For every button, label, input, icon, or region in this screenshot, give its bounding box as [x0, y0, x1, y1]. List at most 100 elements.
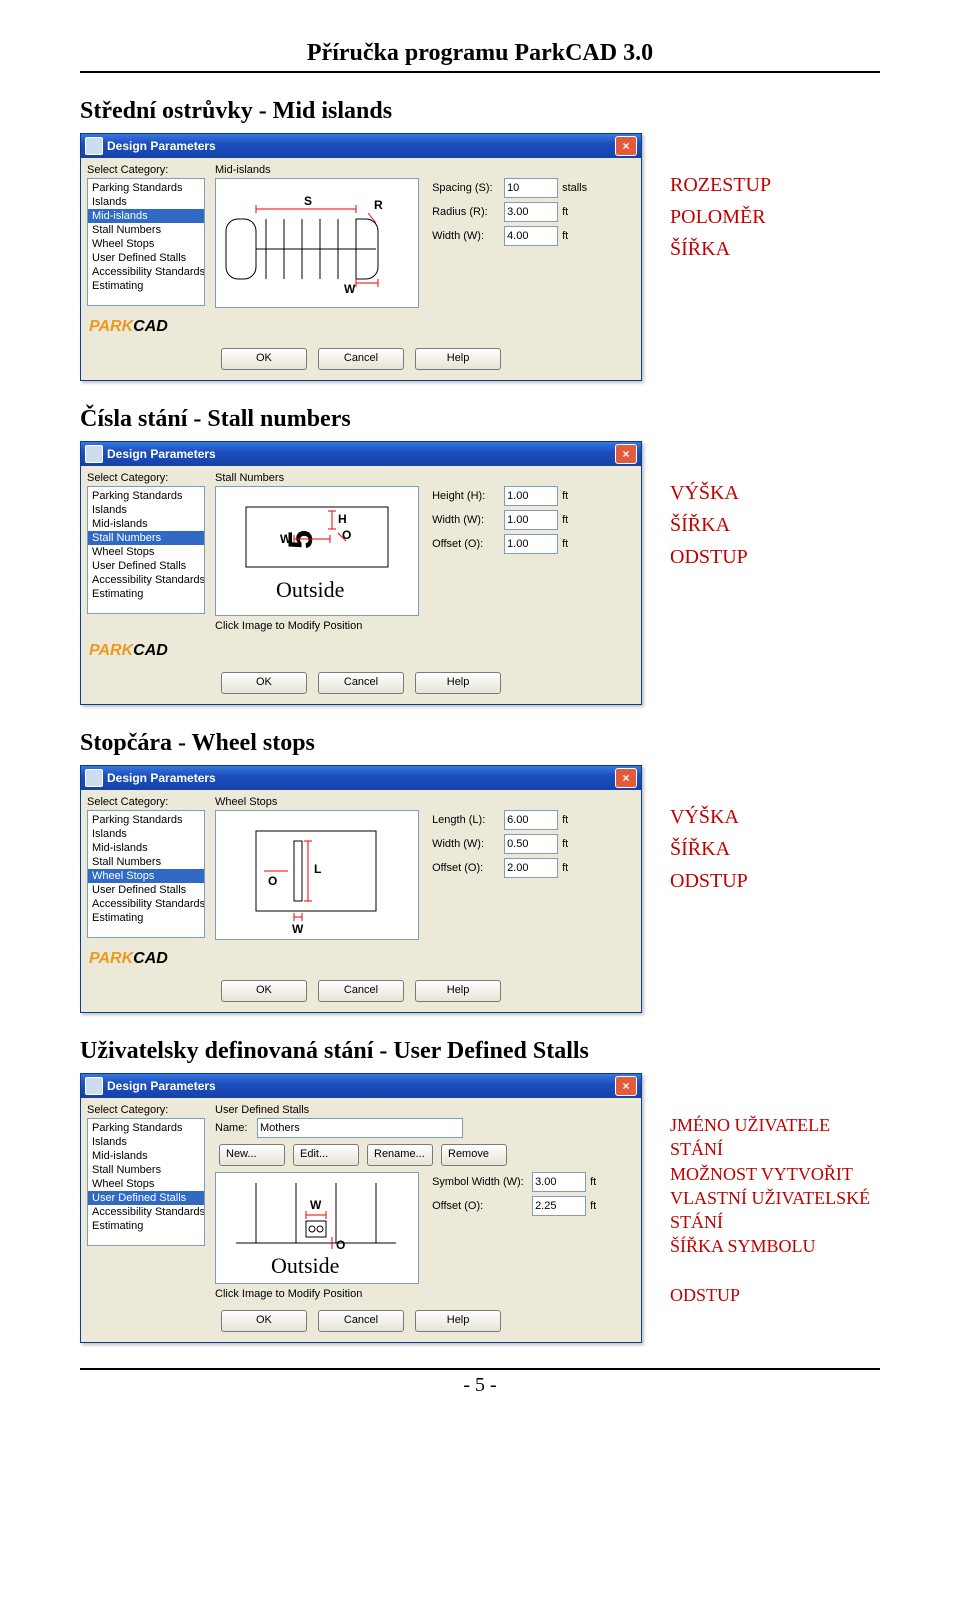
field-label: Spacing (S):: [432, 182, 504, 194]
category-item[interactable]: Wheel Stops: [88, 237, 204, 251]
group-title: Wheel Stops: [215, 796, 635, 808]
svg-text:L: L: [314, 862, 321, 876]
field-input[interactable]: [504, 534, 558, 554]
field-input[interactable]: [504, 810, 558, 830]
category-item[interactable]: Accessibility Standards: [88, 897, 204, 911]
category-item[interactable]: Parking Standards: [88, 813, 204, 827]
category-item[interactable]: Mid-islands: [88, 1149, 204, 1163]
field-input[interactable]: [504, 202, 558, 222]
name-input[interactable]: [257, 1118, 463, 1138]
close-icon[interactable]: ×: [615, 444, 637, 464]
ok-button[interactable]: OK: [221, 1310, 307, 1332]
cancel-button[interactable]: Cancel: [318, 980, 404, 1002]
category-list[interactable]: Parking StandardsIslandsMid-islandsStall…: [87, 178, 205, 306]
dialog-wheel: Design Parameters × Select Category: Par…: [80, 765, 642, 1013]
category-item[interactable]: Accessibility Standards: [88, 265, 204, 279]
category-item[interactable]: Estimating: [88, 279, 204, 293]
category-item[interactable]: Estimating: [88, 911, 204, 925]
help-button[interactable]: Help: [415, 980, 501, 1002]
app-icon: [85, 1077, 103, 1095]
svg-text:O: O: [342, 528, 351, 542]
category-item[interactable]: Accessibility Standards: [88, 573, 204, 587]
category-item[interactable]: Stall Numbers: [88, 223, 204, 237]
close-icon[interactable]: ×: [615, 1076, 637, 1096]
annotation-line: JMÉNO UŽIVATELE STÁNÍ: [670, 1113, 880, 1162]
category-item[interactable]: Islands: [88, 195, 204, 209]
cancel-button[interactable]: Cancel: [318, 1310, 404, 1332]
category-item[interactable]: Wheel Stops: [88, 869, 204, 883]
category-item[interactable]: User Defined Stalls: [88, 1191, 204, 1205]
annotation-line: ODSTUP: [670, 1283, 880, 1307]
category-list[interactable]: Parking StandardsIslandsMid-islandsStall…: [87, 810, 205, 938]
category-item[interactable]: Estimating: [88, 1219, 204, 1233]
help-button[interactable]: Help: [415, 348, 501, 370]
category-item[interactable]: Islands: [88, 1135, 204, 1149]
category-item[interactable]: Parking Standards: [88, 1121, 204, 1135]
category-item[interactable]: User Defined Stalls: [88, 559, 204, 573]
ok-button[interactable]: OK: [221, 348, 307, 370]
category-item[interactable]: Mid-islands: [88, 209, 204, 223]
category-item[interactable]: User Defined Stalls: [88, 251, 204, 265]
uds-action-button[interactable]: Edit...: [293, 1144, 359, 1166]
category-item[interactable]: Wheel Stops: [88, 1177, 204, 1191]
uds-action-button[interactable]: New...: [219, 1144, 285, 1166]
annotation-line: VÝŠKA: [670, 801, 748, 833]
preview-wheel[interactable]: L O W: [215, 810, 419, 940]
field-unit: ft: [590, 1176, 596, 1188]
ok-button[interactable]: OK: [221, 672, 307, 694]
field-input[interactable]: [532, 1172, 586, 1192]
annotation-line: ROZESTUP: [670, 169, 771, 201]
close-icon[interactable]: ×: [615, 136, 637, 156]
category-list[interactable]: Parking StandardsIslandsMid-islandsStall…: [87, 1118, 205, 1246]
preview-uds[interactable]: W O Outside: [215, 1172, 419, 1284]
category-item[interactable]: Mid-islands: [88, 841, 204, 855]
annotation-line: ODSTUP: [670, 541, 748, 573]
close-icon[interactable]: ×: [615, 768, 637, 788]
category-item[interactable]: User Defined Stalls: [88, 883, 204, 897]
field-unit: stalls: [562, 182, 587, 194]
category-item[interactable]: Wheel Stops: [88, 545, 204, 559]
field-input[interactable]: [504, 178, 558, 198]
category-item[interactable]: Islands: [88, 503, 204, 517]
field-input[interactable]: [532, 1196, 586, 1216]
svg-text:R: R: [374, 198, 383, 212]
field-unit: ft: [562, 862, 568, 874]
help-button[interactable]: Help: [415, 672, 501, 694]
app-icon: [85, 445, 103, 463]
cancel-button[interactable]: Cancel: [318, 348, 404, 370]
category-item[interactable]: Parking Standards: [88, 489, 204, 503]
field-unit: ft: [562, 814, 568, 826]
annotation-line: POLOMĚR: [670, 201, 771, 233]
category-item[interactable]: Estimating: [88, 587, 204, 601]
category-item[interactable]: Mid-islands: [88, 517, 204, 531]
hint: Click Image to Modify Position: [215, 1288, 635, 1300]
cancel-button[interactable]: Cancel: [318, 672, 404, 694]
field-input[interactable]: [504, 486, 558, 506]
field-label: Width (W):: [432, 230, 504, 242]
ok-button[interactable]: OK: [221, 980, 307, 1002]
category-item[interactable]: Stall Numbers: [88, 1163, 204, 1177]
category-item[interactable]: Stall Numbers: [88, 531, 204, 545]
field-label: Height (H):: [432, 490, 504, 502]
uds-action-button[interactable]: Rename...: [367, 1144, 433, 1166]
preview-mid[interactable]: S R W: [215, 178, 419, 308]
group-title: User Defined Stalls: [215, 1104, 635, 1116]
select-category-label: Select Category:: [87, 796, 205, 808]
field-input[interactable]: [504, 510, 558, 530]
block-stall: Design Parameters × Select Category: Par…: [80, 441, 880, 705]
category-item[interactable]: Islands: [88, 827, 204, 841]
category-list[interactable]: Parking StandardsIslandsMid-islandsStall…: [87, 486, 205, 614]
category-item[interactable]: Stall Numbers: [88, 855, 204, 869]
preview-stall[interactable]: 5 H W O Outside: [215, 486, 419, 616]
annotations-wheel: VÝŠKAŠÍŘKAODSTUP: [670, 801, 748, 897]
uds-action-button[interactable]: Remove: [441, 1144, 507, 1166]
field-input[interactable]: [504, 834, 558, 854]
category-item[interactable]: Accessibility Standards: [88, 1205, 204, 1219]
field-input[interactable]: [504, 226, 558, 246]
category-item[interactable]: Parking Standards: [88, 181, 204, 195]
field-label: Offset (O):: [432, 1200, 532, 1212]
svg-text:W: W: [292, 922, 304, 936]
help-button[interactable]: Help: [415, 1310, 501, 1332]
titlebar: Design Parameters ×: [81, 442, 641, 466]
field-input[interactable]: [504, 858, 558, 878]
